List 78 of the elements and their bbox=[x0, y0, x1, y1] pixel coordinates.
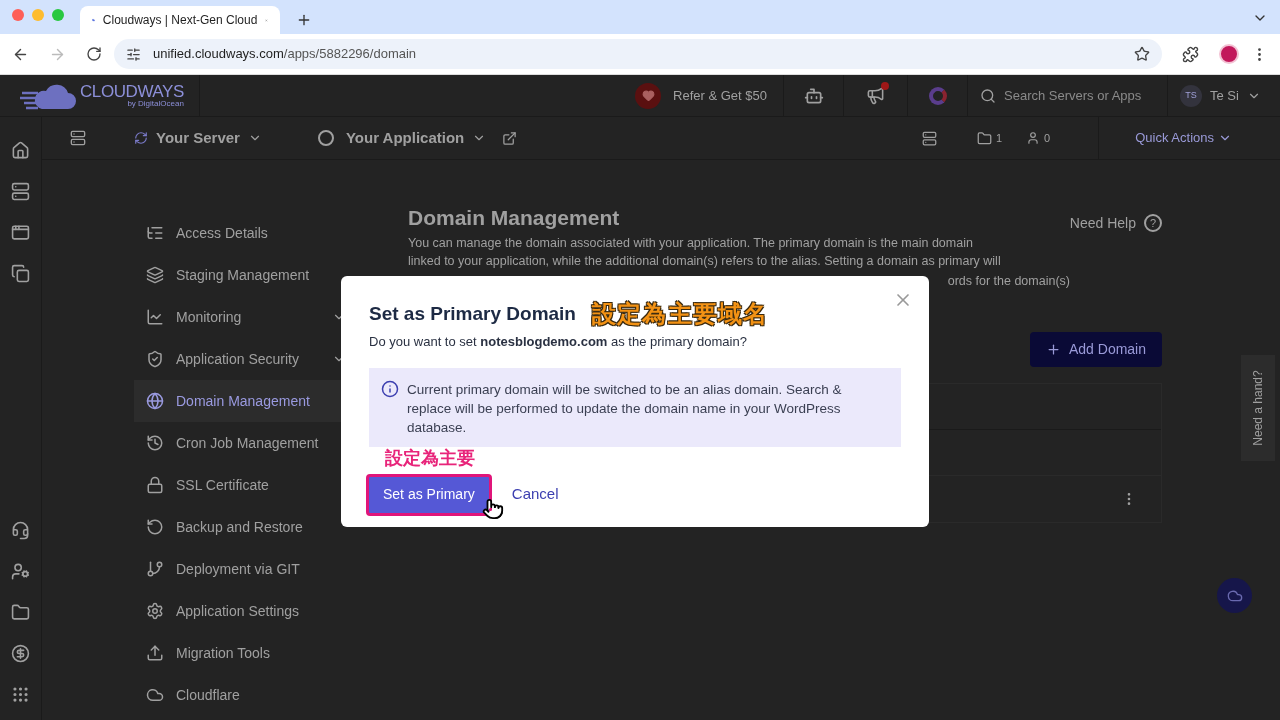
annotation-label: 設定為主要域名 bbox=[592, 299, 769, 329]
server-icon[interactable] bbox=[70, 130, 86, 146]
dialog-title: Set as Primary Domain bbox=[369, 301, 576, 326]
sidebar-item[interactable]: Monitoring bbox=[134, 296, 346, 338]
upload-icon bbox=[146, 644, 164, 662]
bookmark-star-icon[interactable] bbox=[1134, 46, 1150, 62]
copy-icon[interactable] bbox=[11, 264, 30, 283]
globe-icon bbox=[146, 392, 164, 410]
help-icon[interactable]: ? bbox=[1144, 214, 1162, 232]
server-selector[interactable]: Your Server bbox=[134, 126, 262, 150]
home-icon[interactable] bbox=[11, 141, 30, 160]
folder-icon[interactable] bbox=[11, 603, 30, 622]
add-domain-button[interactable]: Add Domain bbox=[1030, 331, 1162, 367]
folder-count: 1 bbox=[996, 130, 1003, 146]
user-swap-icon[interactable] bbox=[11, 562, 30, 581]
description-text: linked to your application, while the additional domain(s) refers to the alias. Setting a domain as primary will bbox=[408, 252, 1002, 270]
sidebar-item[interactable]: SSL Certificate bbox=[134, 464, 346, 506]
settings-icon bbox=[146, 602, 164, 620]
git-branch-icon bbox=[146, 560, 164, 578]
refer-link[interactable]: Refer & Get $50 bbox=[619, 75, 784, 116]
logo-byline: by DigitalOcean bbox=[127, 100, 184, 108]
page-title: Domain Management bbox=[408, 205, 620, 231]
restore-icon bbox=[146, 518, 164, 536]
user-icon[interactable] bbox=[1026, 131, 1041, 145]
sidebar-item[interactable]: Deployment via GIT bbox=[134, 548, 346, 590]
line-chart-icon bbox=[146, 308, 164, 326]
dollar-icon[interactable] bbox=[11, 644, 30, 663]
list-tree-icon bbox=[146, 224, 164, 242]
info-icon bbox=[381, 379, 399, 398]
headset-icon[interactable] bbox=[11, 521, 30, 540]
set-as-primary-button[interactable]: Set as Primary bbox=[366, 473, 492, 516]
apps-grid-icon[interactable] bbox=[11, 685, 30, 704]
chat-bubble-icon[interactable] bbox=[1217, 578, 1252, 613]
sidebar-item[interactable]: Application Settings bbox=[134, 590, 346, 632]
browser-tab[interactable]: Cloudways | Next-Gen Cloud bbox=[80, 6, 280, 34]
sidebar-item[interactable]: Access Details bbox=[134, 212, 346, 254]
sidebar-item[interactable]: Migration Tools bbox=[134, 632, 346, 674]
hand-cursor-icon bbox=[482, 497, 504, 520]
history-icon bbox=[146, 434, 164, 452]
application-selector[interactable]: Your Application bbox=[317, 126, 487, 150]
logo-wordmark: CLOUDWAYS bbox=[80, 83, 184, 100]
address-field[interactable]: unified.cloudways.com/apps/5882296/domain bbox=[114, 39, 1162, 69]
new-tab-icon[interactable] bbox=[296, 12, 312, 28]
sidebar-item[interactable]: Backup and Restore bbox=[134, 506, 346, 548]
search-field[interactable]: Search Servers or Apps bbox=[1004, 85, 1155, 106]
sidebar-item[interactable]: Cloudflare bbox=[134, 674, 346, 716]
user-initials-avatar: TS bbox=[1180, 84, 1202, 107]
search-icon bbox=[980, 87, 996, 104]
lock-icon bbox=[146, 476, 164, 494]
server-icon[interactable] bbox=[922, 130, 937, 146]
reload-icon[interactable] bbox=[86, 46, 102, 62]
user-count: 0 bbox=[1044, 130, 1051, 146]
quick-actions-menu[interactable]: Quick Actions bbox=[1135, 128, 1214, 148]
need-help-link[interactable]: Need Help bbox=[1069, 212, 1136, 234]
user-menu[interactable]: TS Te Si bbox=[1168, 75, 1280, 116]
server-icon[interactable] bbox=[11, 182, 30, 201]
shield-icon bbox=[146, 350, 164, 368]
folder-icon[interactable] bbox=[977, 130, 992, 146]
info-notice: Current primary domain will be switched to be an alias domain. Search & replace will be performed to update the domain name in your WordPress database. bbox=[369, 367, 901, 447]
profile-avatar[interactable] bbox=[1219, 44, 1239, 64]
site-settings-icon[interactable] bbox=[126, 46, 141, 62]
cloud-icon bbox=[146, 686, 164, 704]
description-text: You can manage the domain associated with your application. The primary domain is the main domain bbox=[408, 234, 974, 252]
dialog-question: Do you want to set notesblogdemo.com as the primary domain? bbox=[369, 333, 748, 351]
external-link-icon[interactable] bbox=[502, 130, 518, 146]
plus-icon bbox=[1045, 341, 1061, 357]
sidebar-item[interactable]: Application Security bbox=[134, 338, 346, 380]
sidebar-item[interactable]: Cron Job Management bbox=[134, 422, 346, 464]
annotation-label: 設定為主要 bbox=[385, 446, 476, 470]
window-icon[interactable] bbox=[11, 223, 30, 242]
description-text: ords for the domain(s) bbox=[947, 272, 1070, 290]
cancel-button[interactable]: Cancel bbox=[507, 483, 563, 506]
sidebar-item[interactable]: Staging Management bbox=[134, 254, 346, 296]
layers-icon bbox=[146, 266, 164, 284]
help-tab[interactable]: Need a hand? bbox=[1241, 355, 1275, 461]
circle-logo-icon bbox=[317, 130, 334, 146]
extensions-icon[interactable] bbox=[1182, 45, 1199, 63]
refresh-icon bbox=[134, 131, 148, 145]
